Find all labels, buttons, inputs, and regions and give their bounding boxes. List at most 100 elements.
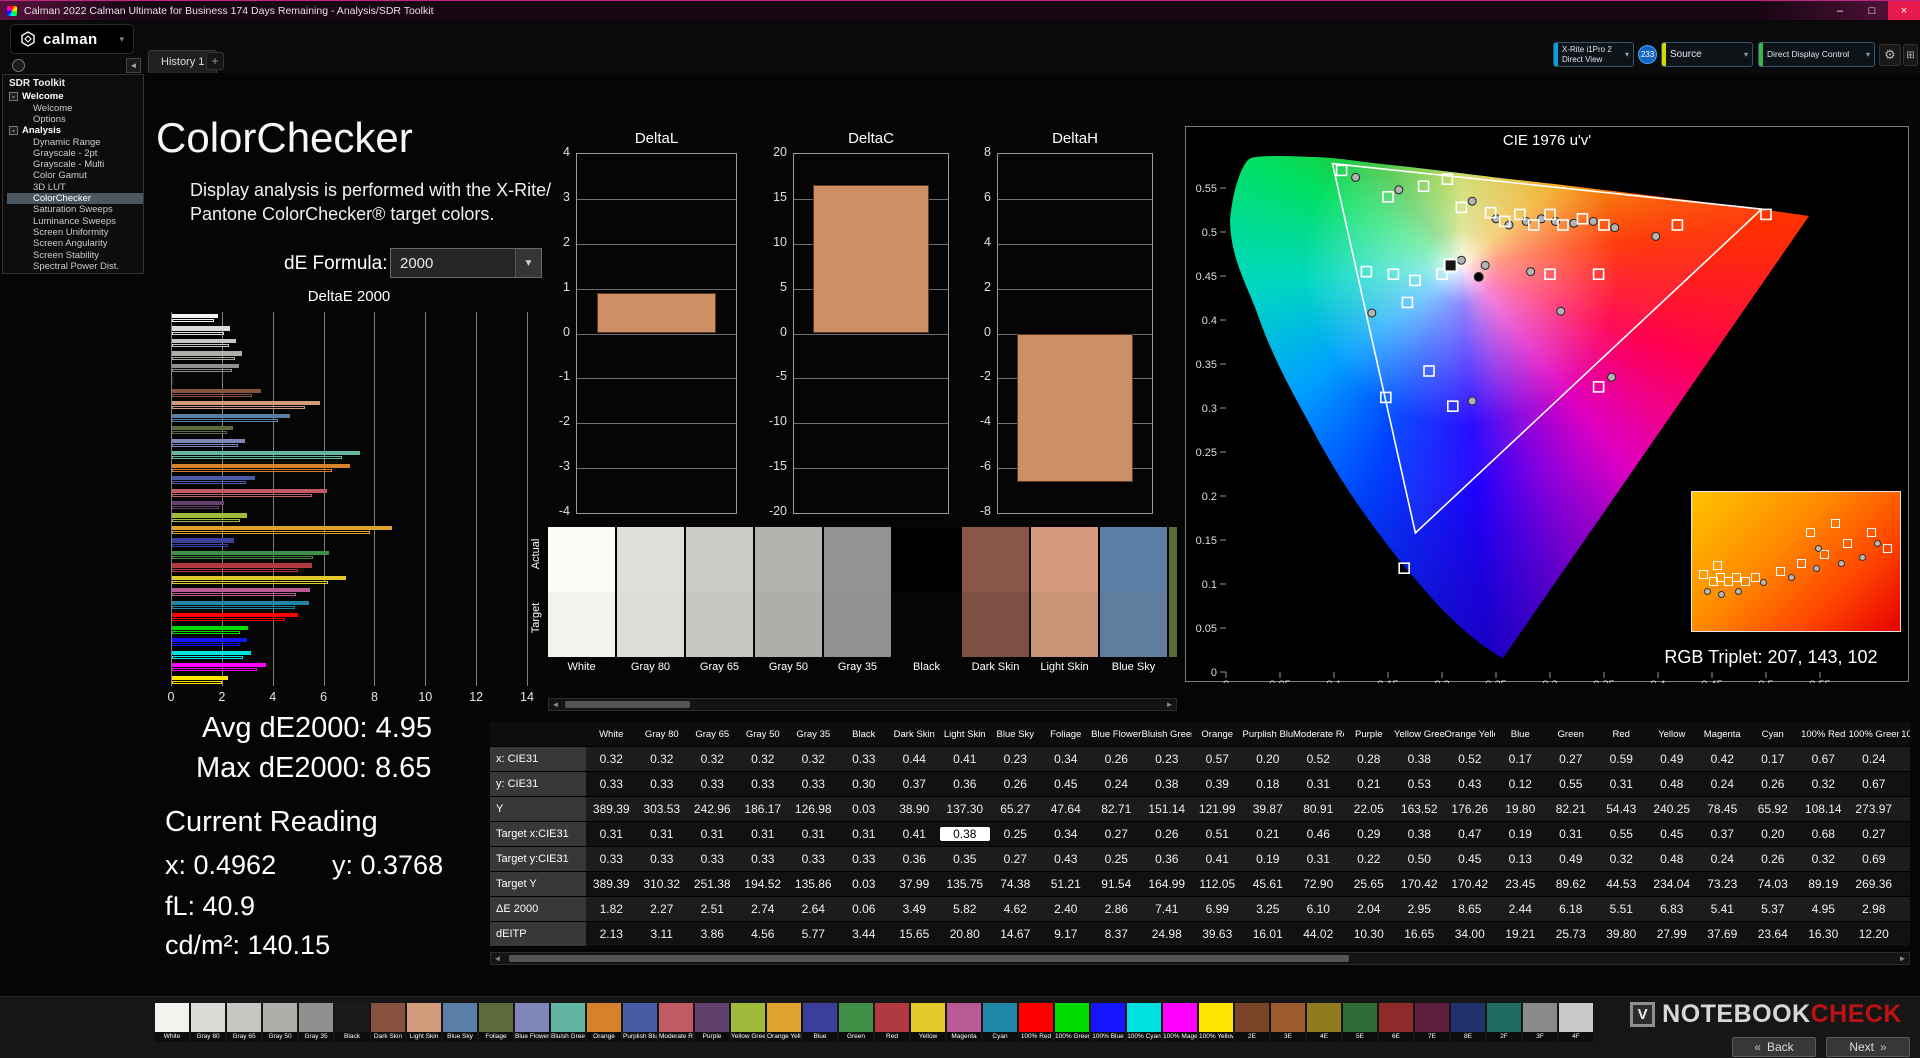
table-cell[interactable]: 108.14 — [1798, 802, 1849, 816]
table-cell[interactable]: 0.20 — [1748, 827, 1799, 841]
table-cell[interactable]: 54.43 — [1596, 802, 1647, 816]
table-cell[interactable]: 0.33 — [637, 777, 688, 791]
table-cell[interactable]: 0.68 — [1798, 827, 1849, 841]
patch-orange[interactable]: Orange — [587, 1003, 621, 1042]
patch-blue[interactable]: Blue — [803, 1003, 837, 1042]
sidebar-item-saturation-sweeps[interactable]: Saturation Sweeps — [7, 204, 143, 215]
table-cell[interactable]: 80.91 — [1293, 802, 1344, 816]
swatch-foliage[interactable]: Foliage — [1169, 527, 1177, 679]
table-cell[interactable]: 82.21 — [1546, 802, 1597, 816]
patch-blue-flower[interactable]: Blue Flower — [515, 1003, 549, 1042]
table-cell[interactable]: 24.98 — [1142, 927, 1193, 941]
calman-logo-menu[interactable]: calman ▾ — [10, 24, 134, 54]
table-cell[interactable]: 74.38 — [990, 877, 1041, 891]
table-cell[interactable]: 0.13 — [1495, 852, 1546, 866]
patch-magenta[interactable]: Magenta — [947, 1003, 981, 1042]
swatch-gray-50[interactable]: Gray 50 — [755, 527, 822, 679]
table-cell[interactable]: 0.27 — [990, 852, 1041, 866]
patch-4e[interactable]: 4E — [1307, 1003, 1341, 1042]
layout-button[interactable]: ⊞ — [1903, 44, 1918, 66]
patch-5e[interactable]: 5E — [1343, 1003, 1377, 1042]
table-cell[interactable]: 37.69 — [1697, 927, 1748, 941]
table-cell[interactable]: 78.45 — [1697, 802, 1748, 816]
sidebar-item-screen-stability[interactable]: Screen Stability — [7, 250, 143, 261]
table-cell[interactable]: 0.49 — [1546, 852, 1597, 866]
table-cell[interactable]: 0.31 — [687, 827, 738, 841]
table-cell[interactable]: 0.49 — [1647, 752, 1698, 766]
table-cell[interactable]: 0.41 — [940, 752, 991, 766]
table-cell[interactable]: 0.03 — [839, 877, 890, 891]
table-cell[interactable]: 269.36 — [1849, 877, 1900, 891]
table-cell[interactable]: 0.26 — [990, 777, 1041, 791]
table-cell[interactable]: 0.43 — [1445, 777, 1496, 791]
table-cell[interactable]: 30.85 — [1899, 877, 1910, 891]
table-cell[interactable]: 0.17 — [1748, 752, 1799, 766]
table-cell[interactable]: 2.40 — [1041, 902, 1092, 916]
swatch-blue-sky[interactable]: Blue Sky — [1100, 527, 1167, 679]
table-cell[interactable]: 0.31 — [1596, 777, 1647, 791]
table-cell[interactable]: 5.77 — [788, 927, 839, 941]
table-cell[interactable]: 45.61 — [1243, 877, 1294, 891]
table-cell[interactable]: 0.53 — [1394, 777, 1445, 791]
table-cell[interactable]: 170.42 — [1445, 877, 1496, 891]
table-cell[interactable]: 0.33 — [788, 852, 839, 866]
table-cell[interactable]: 22.05 — [1344, 802, 1395, 816]
patch-8e[interactable]: 8E — [1451, 1003, 1485, 1042]
sidebar-item-color-gamut[interactable]: Color Gamut — [7, 170, 143, 181]
table-cell[interactable]: 0.06 — [839, 902, 890, 916]
display-control-selector[interactable]: Direct Display Control ▾ — [1758, 42, 1875, 67]
table-cell[interactable]: 186.17 — [738, 802, 789, 816]
table-cell[interactable]: 0.32 — [637, 752, 688, 766]
table-cell[interactable]: 242.96 — [687, 802, 738, 816]
table-cell[interactable]: 0.19 — [1495, 827, 1546, 841]
tree-expander-icon[interactable]: - — [9, 126, 18, 136]
patch-orange-yellow[interactable]: Orange Yellow — [767, 1003, 801, 1042]
table-cell[interactable]: 0.47 — [1445, 827, 1496, 841]
table-cell[interactable]: 0.25 — [990, 827, 1041, 841]
table-cell[interactable]: 0.31 — [1293, 777, 1344, 791]
table-cell[interactable]: 0.33 — [586, 777, 637, 791]
table-scrollbar[interactable]: ◄ ► — [490, 952, 1910, 965]
table-cell[interactable]: 0.27 — [1546, 752, 1597, 766]
table-cell[interactable]: 0.48 — [1647, 852, 1698, 866]
table-cell[interactable]: 310.32 — [637, 877, 688, 891]
table-cell[interactable]: 135.75 — [940, 877, 991, 891]
table-cell[interactable]: 0.45 — [1041, 777, 1092, 791]
table-cell[interactable]: 0.15 — [1899, 827, 1910, 841]
patch-2f[interactable]: 2F — [1487, 1003, 1521, 1042]
table-cell[interactable]: 4.62 — [990, 902, 1041, 916]
patch-light-skin[interactable]: Light Skin — [407, 1003, 441, 1042]
table-cell[interactable]: 8.37 — [1091, 927, 1142, 941]
table-cell[interactable]: 0.19 — [1243, 852, 1294, 866]
table-cell[interactable]: 0.37 — [1697, 827, 1748, 841]
patch-100-red[interactable]: 100% Red — [1019, 1003, 1053, 1042]
table-cell[interactable]: 0.31 — [839, 827, 890, 841]
patch-100-blue[interactable]: 100% Blue — [1091, 1003, 1125, 1042]
table-cell[interactable]: 0.52 — [1293, 752, 1344, 766]
table-cell[interactable]: 0.42 — [1697, 752, 1748, 766]
patch-dark-skin[interactable]: Dark Skin — [371, 1003, 405, 1042]
table-cell[interactable]: 4.95 — [1798, 902, 1849, 916]
patch-black[interactable]: Black — [335, 1003, 369, 1042]
table-cell[interactable]: 2.95 — [1394, 902, 1445, 916]
table-cell[interactable]: 0.24 — [1697, 777, 1748, 791]
de-formula-dropdown[interactable]: 2000 ▼ — [390, 248, 542, 278]
table-cell[interactable]: 0.27 — [1091, 827, 1142, 841]
scroll-right-icon[interactable]: ► — [1896, 953, 1909, 964]
table-cell[interactable]: 151.14 — [1142, 802, 1193, 816]
table-cell[interactable]: 23.45 — [1495, 877, 1546, 891]
table-cell[interactable]: 0.32 — [738, 752, 789, 766]
table-cell[interactable]: 23.64 — [1748, 927, 1799, 941]
table-cell[interactable]: 0.26 — [1142, 827, 1193, 841]
patch-bluish-green[interactable]: Bluish Green — [551, 1003, 585, 1042]
patch-moderate-red[interactable]: Moderate Red — [659, 1003, 693, 1042]
table-cell[interactable]: 0.33 — [839, 752, 890, 766]
patch-gray-35[interactable]: Gray 35 — [299, 1003, 333, 1042]
table-cell[interactable]: 2.04 — [1344, 902, 1395, 916]
table-cell[interactable]: 6.10 — [1293, 902, 1344, 916]
tree-expander-icon[interactable]: - — [9, 92, 18, 102]
swatch-strip-scrollbar[interactable]: ◄ ► — [548, 698, 1177, 711]
patch-white[interactable]: White — [155, 1003, 189, 1042]
table-cell[interactable]: 240.25 — [1647, 802, 1698, 816]
table-cell[interactable]: 194.52 — [738, 877, 789, 891]
